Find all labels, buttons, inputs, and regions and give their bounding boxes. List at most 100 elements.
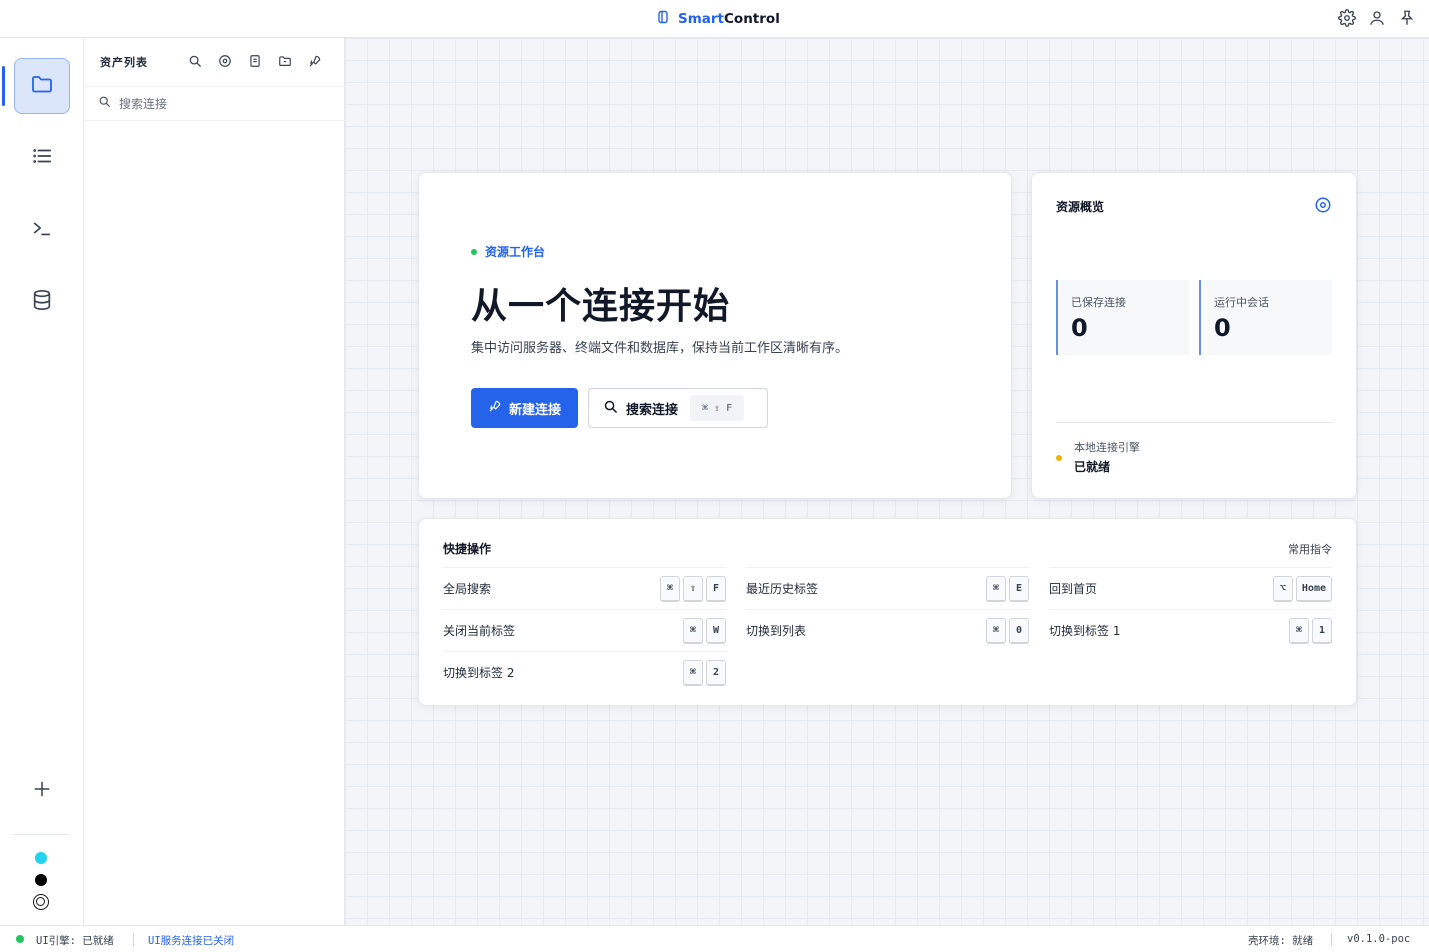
overview-title: 资源概览 [1056, 200, 1105, 214]
brand-name-part1: Smart [678, 11, 725, 27]
key-cap: ⌥ [1272, 575, 1293, 602]
target-icon[interactable] [1314, 196, 1332, 218]
quick-actions-card: 快捷操作 常用指令 全局搜索 ⌘ ⇧ F 最近历史标签 ⌘ E 回到首页 ⌥ H… [418, 518, 1357, 706]
search-connection-label: 搜索连接 [626, 402, 679, 418]
rail-item-database[interactable] [14, 274, 70, 330]
engine-ready-dot [16, 935, 24, 943]
common-commands-link[interactable]: 常用指令 [1288, 541, 1332, 557]
new-connection-button[interactable]: 新建连接 [471, 388, 578, 428]
list-icon [31, 145, 53, 171]
rail-active-indicator [2, 66, 5, 106]
asset-search-input[interactable] [119, 96, 319, 111]
status-dot-ring[interactable] [33, 894, 49, 910]
shortcut-row[interactable]: 切换到标签 1 ⌘ 1 [1049, 609, 1332, 651]
asset-panel: 资产列表 [84, 38, 345, 925]
search-icon[interactable] [186, 52, 204, 70]
key-cap: ⌘ [683, 617, 703, 644]
folder-add-icon[interactable] [276, 52, 294, 70]
running-sessions-stat: 运行中会话 0 [1199, 280, 1332, 355]
user-icon[interactable] [1367, 8, 1387, 28]
hero-title: 从一个连接开始 [471, 286, 731, 327]
shortcut-label: 关闭当前标签 [443, 624, 516, 638]
rocket-icon[interactable] [306, 52, 324, 70]
folder-icon [30, 72, 54, 100]
top-bar: SmartControl [0, 0, 1429, 38]
rail-divider [13, 834, 69, 835]
workspace-tag-label: 资源工作台 [485, 245, 546, 259]
status-dot-black[interactable] [35, 874, 47, 886]
search-shortcut-badge: ⌘ ⇧ F [690, 395, 745, 421]
stat-label: 已保存连接 [1071, 296, 1126, 309]
key-cap: ⌘ [660, 575, 680, 602]
file-icon[interactable] [246, 52, 264, 70]
status-divider [133, 933, 134, 946]
stat-label: 运行中会话 [1214, 296, 1269, 309]
shortcut-row[interactable]: 切换到列表 ⌘ 0 [746, 609, 1029, 651]
workspace-tag: 资源工作台 [471, 243, 545, 260]
stat-value: 0 [1071, 314, 1088, 342]
asset-search-bar [84, 86, 345, 121]
shortcut-label: 切换到标签 2 [443, 666, 515, 680]
key-cap: Home [1295, 575, 1332, 602]
shortcut-label: 全局搜索 [443, 582, 492, 596]
terminal-icon [31, 217, 53, 243]
key-cap: 1 [1312, 617, 1332, 644]
hero-subtitle: 集中访问服务器、终端文件和数据库，保持当前工作区清晰有序。 [471, 341, 849, 356]
key-cap: E [1009, 575, 1029, 602]
rocket-icon [488, 399, 502, 417]
shortcut-row[interactable]: 全局搜索 ⌘ ⇧ F [443, 567, 726, 609]
stat-value: 0 [1214, 314, 1231, 342]
panel-title: 资产列表 [100, 56, 148, 69]
brand-name-part2: Control [724, 11, 780, 27]
shortcut-row[interactable]: 最近历史标签 ⌘ E [746, 567, 1029, 609]
ui-service-status-link[interactable]: UI服务连接已关闭 [148, 933, 234, 948]
key-cap: F [706, 575, 726, 602]
search-connection-button[interactable]: 搜索连接 ⌘ ⇧ F [588, 388, 768, 428]
key-cap: ⌘ [1289, 617, 1309, 644]
key-cap: ⌘ [986, 617, 1006, 644]
shortcut-row[interactable]: 切换到标签 2 ⌘ 2 [443, 651, 726, 693]
engine-status: 已就绪 [1074, 460, 1111, 474]
ui-engine-status: UI引擎: 已就绪 [36, 935, 114, 947]
brand-logo-icon [656, 10, 670, 28]
welcome-card: 资源工作台 从一个连接开始 集中访问服务器、终端文件和数据库，保持当前工作区清晰… [418, 172, 1012, 499]
key-cap: ⇧ [683, 575, 703, 602]
main-workspace: 资源工作台 从一个连接开始 集中访问服务器、终端文件和数据库，保持当前工作区清晰… [345, 38, 1429, 925]
new-connection-label: 新建连接 [508, 402, 561, 418]
status-bar: UI引擎: 已就绪 UI服务连接已关闭 壳环境: 就绪 v0.1.0-poc [0, 925, 1429, 952]
shell-status: 壳环境: 就绪 [1248, 935, 1314, 947]
quick-actions-title: 快捷操作 [443, 542, 492, 556]
resource-overview-card: 资源概览 已保存连接 0 运行中会话 0 本地连接引擎 已就绪 [1031, 172, 1357, 499]
saved-connections-stat: 已保存连接 0 [1056, 280, 1189, 355]
key-cap: 2 [706, 659, 726, 686]
shortcut-label: 最近历史标签 [746, 582, 819, 596]
app-version: v0.1.0-poc [1347, 933, 1411, 945]
shortcut-label: 切换到列表 [746, 624, 807, 638]
shortcut-label: 切换到标签 1 [1049, 624, 1121, 638]
plus-icon [32, 779, 52, 803]
status-dot-cyan[interactable] [35, 852, 47, 864]
database-icon [31, 289, 53, 315]
add-button[interactable] [14, 763, 70, 819]
engine-status-dot [1056, 455, 1062, 461]
target-icon[interactable] [216, 52, 234, 70]
shortcut-row[interactable]: 关闭当前标签 ⌘ W [443, 609, 726, 651]
shortcut-label: 回到首页 [1049, 582, 1098, 596]
left-rail [0, 38, 84, 925]
key-cap: W [706, 617, 726, 644]
rail-item-assets[interactable] [14, 58, 70, 114]
shortcut-row[interactable]: 回到首页 ⌥ Home [1049, 567, 1332, 609]
search-icon [603, 399, 618, 418]
settings-gear-icon[interactable] [1337, 8, 1357, 28]
app-brand: SmartControl [656, 9, 780, 29]
pin-icon[interactable] [1397, 8, 1417, 28]
search-icon [98, 95, 111, 112]
rail-item-list[interactable] [14, 130, 70, 186]
status-dot-green [471, 248, 477, 255]
status-divider [1331, 933, 1332, 946]
key-cap: 0 [1009, 617, 1029, 644]
engine-label: 本地连接引擎 [1074, 441, 1140, 454]
rail-item-terminal[interactable] [14, 202, 70, 258]
key-cap: ⌘ [683, 659, 703, 686]
key-cap: ⌘ [986, 575, 1006, 602]
